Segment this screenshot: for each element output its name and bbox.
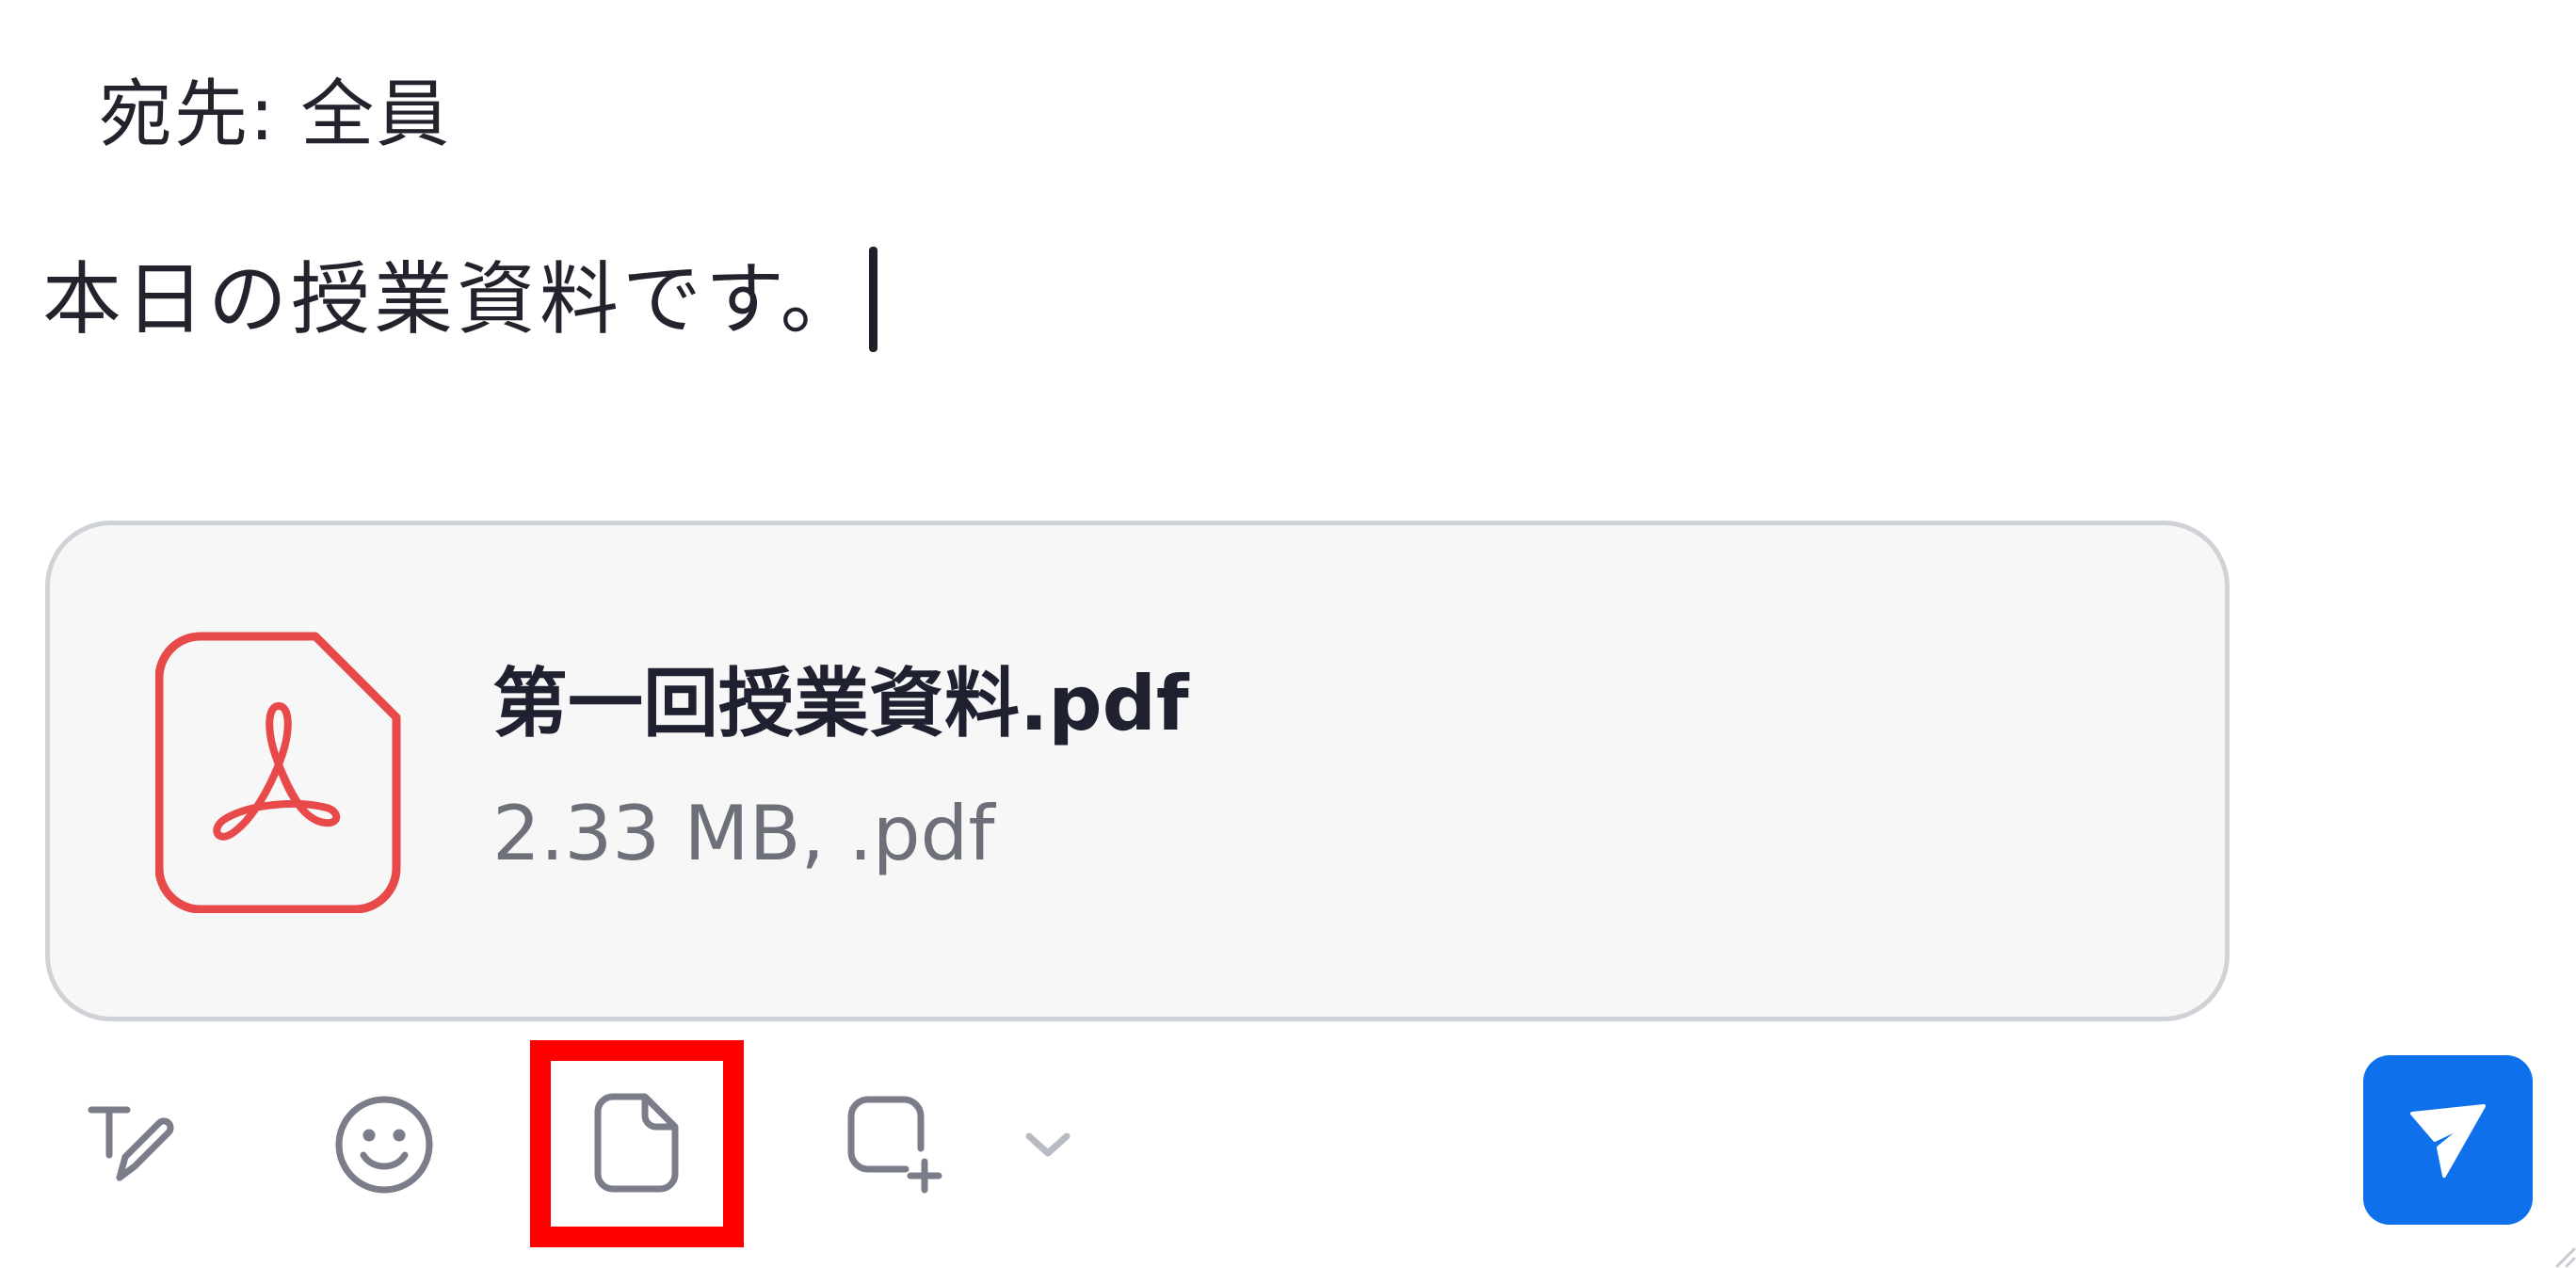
- text-format-button[interactable]: [73, 1092, 186, 1196]
- emoji-button[interactable]: [330, 1090, 439, 1199]
- resize-grip-icon[interactable]: [2548, 1240, 2576, 1268]
- chevron-down-icon: [1025, 1132, 1071, 1157]
- recipient-value[interactable]: 全員: [300, 72, 451, 157]
- text-caret: [868, 247, 877, 352]
- highlight-annotation-box: [530, 1040, 744, 1247]
- screenshot-button[interactable]: [836, 1086, 949, 1199]
- attachment-card[interactable]: 第一回授業資料.pdf 2.33 MB, .pdf: [45, 521, 2230, 1021]
- recipient-label: 宛先:: [99, 72, 277, 157]
- attachment-file-name: 第一回授業資料.pdf: [492, 660, 1189, 747]
- recipient-row[interactable]: 宛先: 全員: [99, 68, 451, 162]
- chat-composer: 宛先: 全員 本日の授業資料です。 第一回授業資料.pdf 2.33 MB, .p…: [0, 0, 2576, 1268]
- message-input[interactable]: 本日の授業資料です。: [42, 247, 877, 352]
- message-text: 本日の授業資料です。: [42, 253, 863, 345]
- more-options-button[interactable]: [1017, 1120, 1079, 1167]
- smiley-icon: [335, 1096, 433, 1194]
- square-plus-icon: [847, 1096, 942, 1194]
- text-format-pen-icon: [88, 1106, 174, 1181]
- send-button[interactable]: [2363, 1055, 2533, 1225]
- pdf-file-icon: [155, 632, 401, 913]
- attachment-file-meta: 2.33 MB, .pdf: [492, 790, 995, 877]
- send-arrow-icon: [2410, 1104, 2486, 1178]
